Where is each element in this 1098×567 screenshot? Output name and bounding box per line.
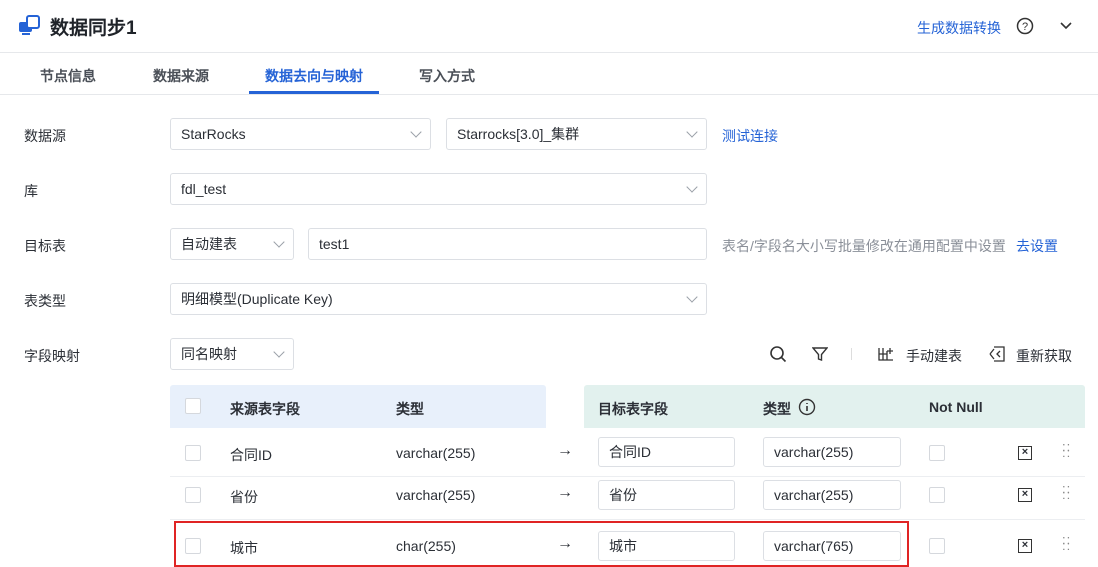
refetch-button[interactable]: 重新获取 <box>1016 346 1072 366</box>
mapping-mode-value: 同名映射 <box>181 346 237 362</box>
drag-handle-icon[interactable]: :::: <box>1062 482 1071 501</box>
database-value: fdl_test <box>181 181 227 197</box>
chevron-down-icon[interactable] <box>1059 19 1073 33</box>
drag-handle-icon[interactable]: :::: <box>1062 440 1071 459</box>
case-hint: 表名/字段名大小写批量修改在通用配置中设置 <box>722 238 1006 254</box>
table-mode-select[interactable]: 自动建表 <box>170 228 294 260</box>
chevron-down-icon <box>273 236 285 248</box>
datasource-type-value: StarRocks <box>181 126 246 142</box>
target-type-input[interactable]: varchar(255) <box>763 437 901 467</box>
table-type-value: 明细模型(Duplicate Key) <box>181 291 333 307</box>
datasource-type-select[interactable]: StarRocks <box>170 118 431 150</box>
chevron-down-icon <box>686 291 698 303</box>
mapping-mode-select[interactable]: 同名映射 <box>170 338 294 370</box>
tab-data-destination-mapping[interactable]: 数据去向与映射 <box>265 66 363 86</box>
generate-data-transform-link[interactable]: 生成数据转换 <box>917 18 1001 38</box>
active-tab-indicator <box>249 91 379 94</box>
table-type-label: 表类型 <box>24 293 66 309</box>
test-connection-link[interactable]: 测试连接 <box>722 126 778 146</box>
target-type-input[interactable]: varchar(255) <box>763 480 901 510</box>
source-field-header: 来源表字段 <box>230 401 300 417</box>
chevron-down-icon <box>686 181 698 193</box>
source-field: 合同ID <box>230 447 272 463</box>
chevron-down-icon <box>686 126 698 138</box>
chevron-down-icon <box>410 126 422 138</box>
target-table-label: 目标表 <box>24 238 66 254</box>
target-field-header: 目标表字段 <box>598 401 668 417</box>
info-icon[interactable] <box>798 398 816 416</box>
chevron-down-icon <box>273 346 285 358</box>
arrow-right-icon: → <box>557 484 573 501</box>
delete-icon[interactable]: × <box>1018 446 1032 460</box>
target-table-input[interactable]: test1 <box>308 228 707 260</box>
tab-write-mode[interactable]: 写入方式 <box>419 66 475 86</box>
filter-icon[interactable] <box>812 346 828 362</box>
header: 数据同步1 生成数据转换 ? <box>0 0 1098 53</box>
data-sync-icon <box>19 15 40 35</box>
row-checkbox[interactable] <box>185 445 201 461</box>
refetch-icon[interactable] <box>989 346 1005 362</box>
field-mapping-label: 字段映射 <box>24 348 80 364</box>
tab-data-source[interactable]: 数据来源 <box>153 66 209 86</box>
table-type-select[interactable]: 明细模型(Duplicate Key) <box>170 283 707 315</box>
connection-value: Starrocks[3.0]_集群 <box>457 126 580 142</box>
row-divider <box>170 476 1085 477</box>
source-type: varchar(255) <box>396 487 476 503</box>
table-mode-value: 自动建表 <box>181 236 237 252</box>
help-icon[interactable]: ? <box>1016 17 1034 35</box>
target-field-input[interactable]: 合同ID <box>598 437 735 467</box>
tab-bar: 节点信息 数据来源 数据去向与映射 写入方式 <box>0 54 1098 95</box>
delete-icon[interactable]: × <box>1018 488 1032 502</box>
delete-icon[interactable]: × <box>1018 539 1032 553</box>
manual-create-table-icon[interactable] <box>878 346 894 362</box>
database-label: 库 <box>24 183 38 199</box>
tab-node-info[interactable]: 节点信息 <box>40 66 96 86</box>
source-type: varchar(255) <box>396 445 476 461</box>
toolbar-divider <box>851 348 852 360</box>
row-checkbox[interactable] <box>185 487 201 503</box>
not-null-checkbox[interactable] <box>929 445 945 461</box>
not-null-checkbox[interactable] <box>929 487 945 503</box>
row-divider <box>170 519 1085 520</box>
source-type-header: 类型 <box>396 401 424 417</box>
svg-text:?: ? <box>1022 21 1028 33</box>
not-null-checkbox[interactable] <box>929 538 945 554</box>
arrow-right-icon: → <box>557 442 573 459</box>
datasource-label: 数据源 <box>24 128 66 144</box>
source-table-header <box>170 385 546 428</box>
target-field-input[interactable]: 省份 <box>598 480 735 510</box>
manual-create-table-button[interactable]: 手动建表 <box>906 346 962 366</box>
highlight-box <box>174 521 909 567</box>
target-type-header: 类型 <box>763 401 791 417</box>
select-all-checkbox[interactable] <box>185 398 201 414</box>
connection-select[interactable]: Starrocks[3.0]_集群 <box>446 118 707 150</box>
search-icon[interactable] <box>769 345 787 363</box>
drag-handle-icon[interactable]: :::: <box>1062 533 1071 552</box>
source-field: 省份 <box>230 489 258 505</box>
database-select[interactable]: fdl_test <box>170 173 707 205</box>
go-settings-link[interactable]: 去设置 <box>1016 236 1058 256</box>
page-title: 数据同步1 <box>50 18 137 39</box>
not-null-header: Not Null <box>929 399 983 415</box>
